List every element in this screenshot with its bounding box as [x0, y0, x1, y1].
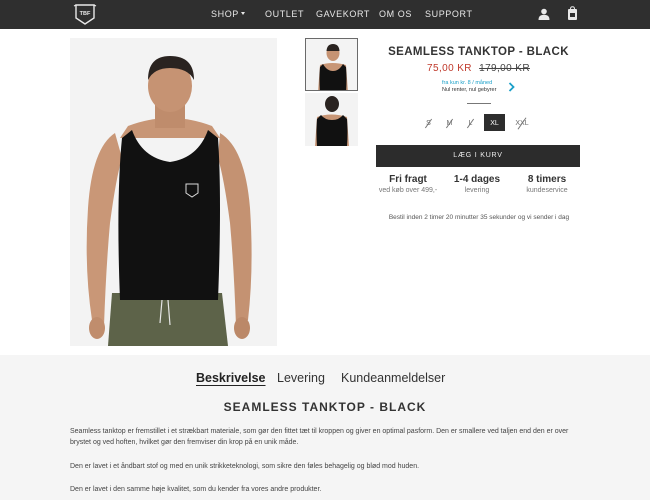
size-option-m[interactable]: M — [439, 114, 460, 131]
feature-title: 8 timers — [527, 174, 567, 185]
feature-title: 1-4 dages — [453, 174, 501, 185]
nav-support[interactable]: SUPPORT — [425, 9, 473, 19]
nav-shop[interactable]: SHOP — [211, 9, 239, 19]
user-icon[interactable] — [538, 8, 550, 20]
description-paragraph: Seamless tanktop er fremstillet i et str… — [70, 428, 569, 446]
price-row: 75,00 KR 179,00 KR — [377, 63, 580, 74]
chevron-down-icon[interactable] — [241, 12, 245, 15]
thumbnail-back[interactable] — [305, 93, 358, 146]
site-header: TBF SHOP OUTLET GAVEKORT OM OS SUPPORT — [0, 0, 650, 29]
feature-subtitle: ved køb over 499,- — [378, 187, 438, 194]
tab-beskrivelse[interactable]: Beskrivelse — [196, 371, 266, 385]
original-price: 179,00 KR — [479, 63, 530, 74]
product-main-image[interactable] — [70, 38, 277, 346]
logo-text: TBF — [80, 11, 91, 17]
add-to-cart-button[interactable]: LÆG I KURV — [376, 145, 580, 167]
klarna-monthly-text: fra kun kr. 8 / måned — [442, 80, 493, 86]
nav-outlet[interactable]: OUTLET — [265, 9, 304, 19]
nav-gavekort[interactable]: GAVEKORT — [316, 9, 370, 19]
klarna-financing-link[interactable]: fra kun kr. 8 / måned Nul renter, nul ge… — [442, 80, 522, 96]
size-option-xxl[interactable]: XXL — [510, 114, 534, 131]
feature-delivery: 1-4 dages levering — [445, 174, 509, 196]
description-paragraph: Den er lavet i den samme høje kvalitet, … — [70, 486, 322, 493]
feature-title: Fri fragt — [389, 174, 427, 185]
product-title: SEAMLESS TANKTOP - BLACK — [388, 46, 569, 58]
size-option-xl[interactable]: XL — [484, 114, 505, 131]
chevron-right-icon — [508, 82, 515, 92]
klarna-terms-text: Nul renter, nul gebyrer — [442, 87, 497, 93]
tab-kundeanmeldelser[interactable]: Kundeanmeldelser — [341, 371, 445, 385]
model-photo — [70, 38, 277, 346]
description-paragraph: Den er lavet i et åndbart stof og med en… — [70, 463, 420, 470]
feature-free-shipping: Fri fragt ved køb over 499,- — [376, 174, 440, 196]
thumbnail-front[interactable] — [305, 38, 358, 91]
feature-subtitle: kundeservice — [526, 187, 568, 194]
nav-om-os[interactable]: OM OS — [379, 9, 412, 19]
tbf-logo[interactable]: TBF — [73, 3, 97, 26]
shipping-countdown: Bestil inden 2 timer 20 minutter 35 seku… — [388, 214, 570, 221]
size-option-s[interactable]: S — [418, 114, 439, 131]
feature-subtitle: levering — [464, 187, 490, 194]
feature-customer-service: 8 timers kundeservice — [515, 174, 579, 196]
thumbnail-front-image — [306, 39, 357, 90]
divider — [467, 103, 491, 104]
sale-price: 75,00 KR — [427, 63, 472, 74]
usp-features: Fri fragt ved køb over 499,- 1-4 dages l… — [376, 174, 580, 206]
tab-levering[interactable]: Levering — [277, 371, 325, 385]
description-title: SEAMLESS TANKTOP - BLACK — [223, 400, 427, 414]
cart-icon[interactable] — [567, 6, 578, 21]
size-option-l[interactable]: L — [460, 114, 481, 131]
thumbnail-back-image — [305, 93, 358, 146]
